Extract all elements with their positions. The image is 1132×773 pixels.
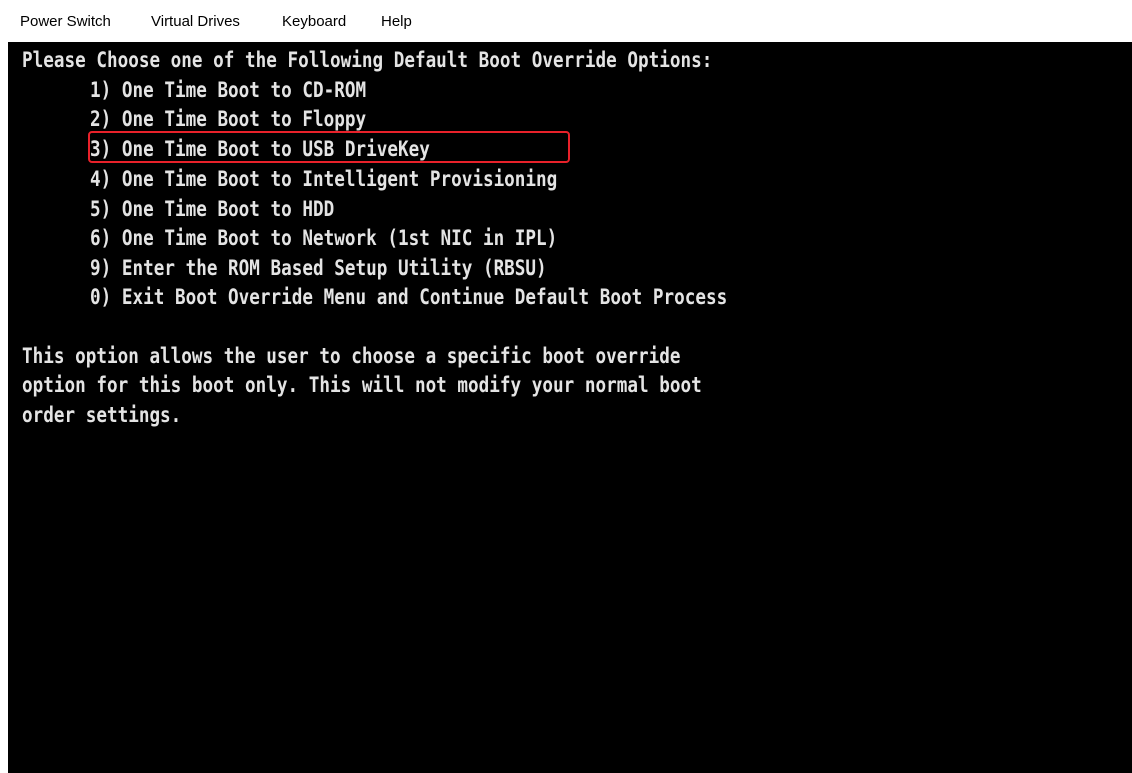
boot-option-intelligent-provisioning: 4) One Time Boot to Intelligent Provisio…	[90, 167, 558, 191]
description-line-3: order settings.	[22, 403, 182, 427]
boot-option-cd-rom: 1) One Time Boot to CD-ROM	[90, 78, 367, 102]
description-line-2: option for this boot only. This will not…	[22, 373, 702, 397]
usb-drivekey-highlight-box	[88, 131, 570, 163]
menu-keyboard[interactable]: Keyboard	[282, 13, 346, 30]
boot-option-network: 6) One Time Boot to Network (1st NIC in …	[90, 226, 558, 250]
boot-override-heading: Please Choose one of the Following Defau…	[22, 48, 713, 72]
boot-option-hdd: 5) One Time Boot to HDD	[90, 197, 335, 221]
menu-bar: Power Switch Virtual Drives Keyboard Hel…	[0, 0, 1132, 42]
menu-power-switch[interactable]: Power Switch	[20, 13, 111, 30]
boot-option-floppy: 2) One Time Boot to Floppy	[90, 107, 367, 131]
remote-console-screen[interactable]: Please Choose one of the Following Defau…	[8, 42, 1132, 773]
description-line-1: This option allows the user to choose a …	[22, 344, 681, 368]
boot-option-rbsu: 9) Enter the ROM Based Setup Utility (RB…	[90, 256, 547, 280]
boot-option-exit: 0) Exit Boot Override Menu and Continue …	[90, 285, 728, 309]
menu-help[interactable]: Help	[381, 13, 412, 30]
menu-virtual-drives[interactable]: Virtual Drives	[151, 13, 240, 30]
